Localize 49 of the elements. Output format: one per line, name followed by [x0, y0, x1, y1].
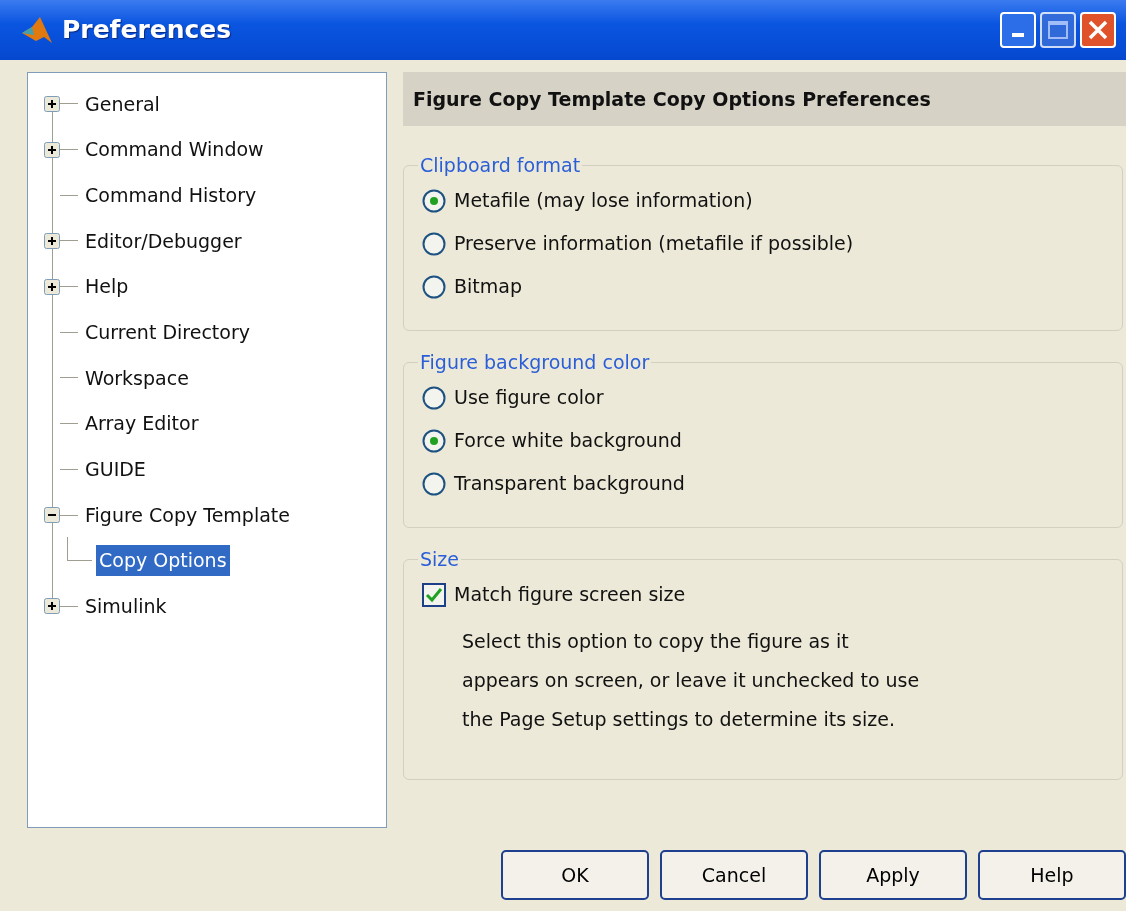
window-title: Preferences [62, 14, 232, 47]
description-text: Select this option to copy the figure as it appears on screen, or leave it unchecked to use the Page Setup settings to determine its size. [461, 629, 921, 732]
tree-item[interactable]: Copy Options [96, 545, 230, 576]
collapse-icon[interactable] [44, 507, 60, 524]
tree-item[interactable]: General [82, 88, 163, 120]
maximize-icon [1047, 20, 1069, 40]
radio-button[interactable] [422, 428, 446, 453]
expand-icon[interactable] [44, 95, 60, 112]
dialog-button[interactable]: Cancel [660, 850, 808, 900]
tree-item[interactable]: Array Editor [82, 408, 202, 439]
option-label: Metafile (may lose information) [454, 188, 753, 214]
tree-item[interactable]: Command History [82, 179, 260, 211]
dialog-button[interactable]: OK [501, 850, 649, 900]
tree-item[interactable]: Workspace [82, 362, 192, 394]
option-label: Use figure color [454, 385, 604, 411]
radio-button[interactable] [422, 231, 446, 256]
tree-item[interactable]: Figure Copy Template [82, 499, 293, 531]
option-label: Match figure screen size [454, 582, 686, 608]
group-title: Figure background color [419, 353, 651, 372]
tree-item[interactable]: Simulink [82, 591, 170, 622]
tree-item[interactable]: Current Directory [82, 317, 253, 348]
panel-title: Figure Copy Template Copy Options Preferences [403, 72, 1126, 126]
radio-button[interactable] [422, 188, 446, 213]
option-label: Transparent background [454, 471, 685, 497]
tree-item[interactable]: Help [82, 271, 132, 302]
expand-icon[interactable] [44, 232, 60, 249]
group-title: Clipboard format [419, 156, 582, 175]
close-button[interactable] [1080, 12, 1116, 48]
option-label: Preserve information (metafile if possible) [454, 231, 854, 257]
minimize-icon [1012, 33, 1024, 37]
maximize-button[interactable] [1040, 12, 1076, 48]
option-label: Force white background [454, 428, 682, 454]
radio-button[interactable] [422, 471, 446, 496]
tree-item[interactable]: Command Window [82, 134, 267, 165]
minimize-button[interactable] [1000, 12, 1036, 48]
close-icon [1087, 19, 1109, 41]
group-title: Size [419, 550, 460, 569]
radio-button[interactable] [422, 385, 446, 410]
checkbox[interactable] [422, 582, 446, 607]
expand-icon[interactable] [44, 598, 60, 615]
app-logo-icon [20, 15, 54, 45]
radio-button[interactable] [422, 274, 446, 299]
expand-icon[interactable] [44, 278, 60, 295]
expand-icon[interactable] [44, 141, 60, 158]
option-label: Bitmap [454, 274, 522, 300]
tree-item[interactable]: Editor/Debugger [82, 225, 245, 257]
tree-item[interactable]: GUIDE [82, 454, 149, 485]
dialog-button[interactable]: Apply [819, 850, 967, 900]
dialog-button[interactable]: Help [978, 850, 1126, 900]
